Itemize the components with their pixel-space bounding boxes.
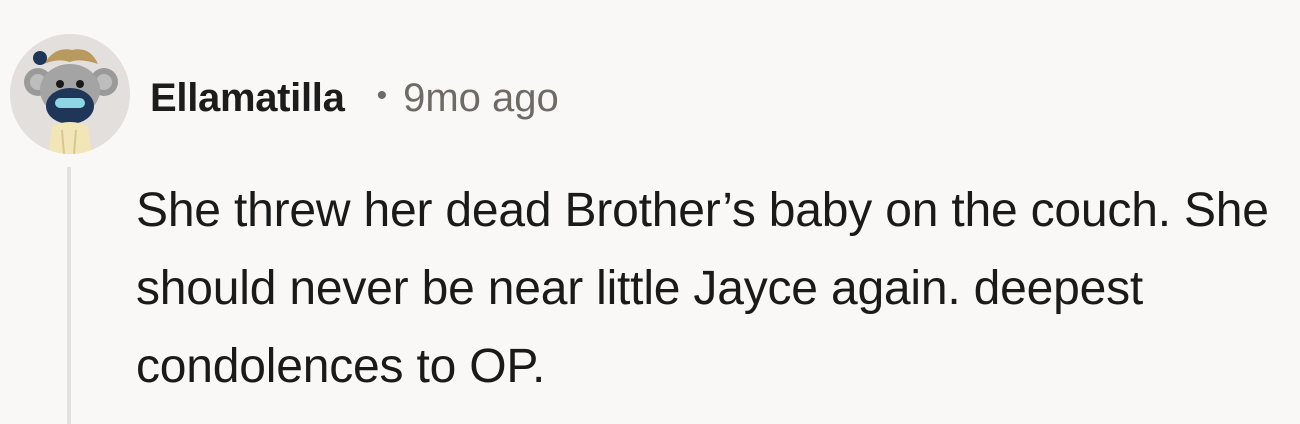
comment-timestamp[interactable]: 9mo ago (403, 76, 559, 121)
comment: Ellamatilla • 9mo ago She threw her dead… (0, 0, 1300, 424)
thread-line[interactable] (67, 167, 71, 424)
separator-dot: • (376, 79, 388, 112)
comment-text: She threw her dead Brother’s baby on the… (136, 184, 1269, 393)
snoo-avatar-icon[interactable] (10, 34, 130, 154)
comment-body: She threw her dead Brother’s baby on the… (136, 172, 1286, 406)
comment-meta: Ellamatilla • 9mo ago (150, 70, 559, 126)
author-name[interactable]: Ellamatilla (150, 76, 345, 121)
